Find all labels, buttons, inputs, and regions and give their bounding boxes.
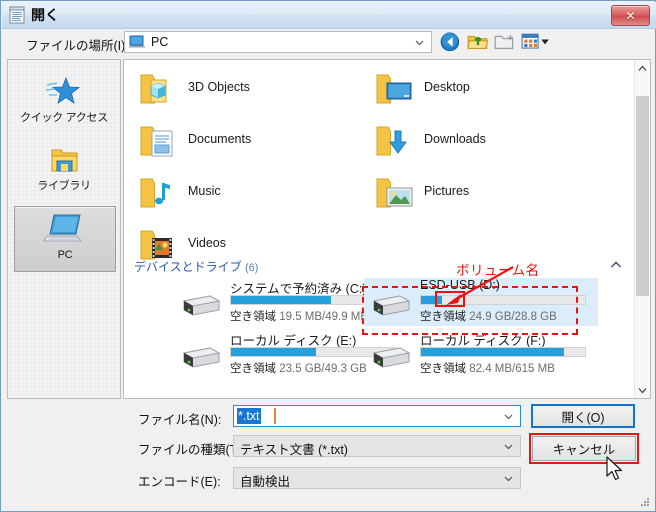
- filetype-label: ファイルの種類(T):: [138, 443, 245, 457]
- list-item[interactable]: Downloads: [366, 118, 596, 168]
- encoding-combobox[interactable]: 自動検出: [233, 467, 521, 489]
- monitor-icon: [129, 35, 145, 48]
- resize-grip[interactable]: [640, 497, 650, 507]
- new-folder-button[interactable]: [493, 31, 517, 53]
- scrollbar-thumb[interactable]: [636, 96, 649, 296]
- encoding-value: 自動検出: [240, 475, 291, 489]
- list-item-label: Desktop: [424, 80, 470, 94]
- list-item[interactable]: 3D Objects: [130, 66, 360, 116]
- downloads-folder-icon: [376, 126, 407, 156]
- annotation-label: ボリューム名: [456, 263, 540, 278]
- encoding-label: エンコード(E):: [138, 475, 221, 489]
- cancel-button[interactable]: キャンセル: [532, 436, 636, 461]
- list-item[interactable]: Music: [130, 170, 360, 220]
- new-folder-icon: [494, 34, 514, 50]
- filetype-combobox[interactable]: テキスト文書 (*.txt): [233, 435, 521, 457]
- sidebar-item-libraries[interactable]: ライブラリ: [14, 138, 114, 202]
- close-button[interactable]: ✕: [611, 5, 650, 26]
- filename-combobox[interactable]: *.txt: [233, 405, 521, 427]
- list-item[interactable]: Documents: [130, 118, 360, 168]
- views-button[interactable]: [520, 31, 552, 53]
- list-item-label: Documents: [188, 132, 252, 146]
- sidebar-item-quick-access[interactable]: クイック アクセス: [14, 70, 114, 134]
- drive-free-space: 空き領域 82.4 MB/615 MB: [420, 363, 555, 375]
- chevron-down-icon: [415, 40, 424, 46]
- sidebar-item-label: ライブラリ: [37, 180, 91, 192]
- chevron-down-icon: [638, 387, 647, 393]
- drive-usage-bar: [420, 347, 586, 357]
- drive-name: ESD-USB (D:): [420, 278, 500, 292]
- close-icon: ✕: [625, 8, 636, 23]
- up-folder-icon: [467, 35, 489, 49]
- list-item[interactable]: Desktop: [366, 66, 596, 116]
- location-value: PC: [151, 35, 169, 49]
- pictures-folder-icon: [376, 178, 413, 208]
- open-button[interactable]: 開く(O): [531, 404, 635, 428]
- filename-value[interactable]: *.txt: [237, 408, 261, 424]
- group-header[interactable]: デバイスとドライブ (6): [134, 258, 258, 275]
- list-item-label: Music: [188, 184, 221, 198]
- drive-free-space: 空き領域 23.5 GB/49.3 GB: [230, 363, 367, 375]
- location-label: ファイルの場所(I):: [26, 39, 129, 53]
- list-item-label: Downloads: [424, 132, 486, 146]
- open-file-dialog: 開く ✕ ファイルの場所(I): PC クイック アクセス ライブラリ PC 3…: [0, 0, 656, 512]
- sidebar-item-pc[interactable]: PC: [14, 206, 116, 272]
- notepad-icon: [9, 6, 25, 24]
- drive-item-d[interactable]: ESD-USB (D:) 空き領域 24.9 GB/28.8 GB: [364, 278, 598, 326]
- list-item-label: 3D Objects: [188, 80, 250, 94]
- drive-icon: [372, 347, 411, 368]
- drive-icon: [182, 295, 221, 316]
- file-list-pane[interactable]: 3D Objects Desktop Documents Downloads M…: [123, 59, 651, 399]
- chevron-down-icon[interactable]: [504, 474, 513, 483]
- back-arrow-icon: [440, 32, 460, 52]
- chevron-down-icon[interactable]: [504, 412, 513, 421]
- drive-free-space: 空き領域 24.9 GB/28.8 GB: [420, 311, 557, 323]
- 3d-objects-folder-icon: [140, 74, 167, 104]
- group-header-count: (6): [245, 262, 259, 274]
- filename-label: ファイル名(N):: [138, 413, 222, 427]
- title-bar: 開く ✕: [2, 2, 656, 29]
- up-one-level-button[interactable]: [466, 31, 490, 53]
- list-item-label: Pictures: [424, 184, 470, 198]
- list-item-label: Videos: [188, 236, 226, 250]
- drive-icon: [182, 347, 221, 368]
- music-folder-icon: [140, 178, 170, 208]
- drive-free-space: 空き領域 19.5 MB/49.9 MB: [230, 311, 369, 323]
- location-combobox[interactable]: PC: [124, 31, 432, 53]
- computer-icon: [15, 207, 115, 247]
- star-icon: [14, 70, 114, 110]
- chevron-up-icon[interactable]: [610, 260, 622, 270]
- views-icon: [521, 33, 549, 49]
- navigation-row: ファイルの場所(I): PC: [2, 28, 656, 57]
- vertical-scrollbar[interactable]: [634, 60, 650, 398]
- drive-usage-bar: [420, 295, 586, 305]
- filetype-value: テキスト文書 (*.txt): [240, 443, 348, 457]
- chevron-up-icon: [638, 65, 647, 71]
- places-sidebar: クイック アクセス ライブラリ PC: [7, 59, 121, 399]
- list-item[interactable]: Pictures: [366, 170, 596, 220]
- library-folder-icon: [14, 138, 114, 178]
- scroll-down-button[interactable]: [635, 382, 650, 398]
- scroll-up-button[interactable]: [635, 60, 650, 76]
- window-title: 開く: [31, 7, 59, 23]
- drive-item-f[interactable]: ローカル ディスク (F:) 空き領域 82.4 MB/615 MB: [364, 330, 592, 378]
- chevron-down-icon[interactable]: [504, 442, 513, 451]
- sidebar-item-label: PC: [57, 249, 73, 261]
- drive-icon: [372, 295, 411, 316]
- text-caret: [274, 408, 276, 424]
- back-button[interactable]: [439, 31, 463, 53]
- desktop-folder-icon: [376, 74, 412, 104]
- documents-folder-icon: [140, 126, 173, 157]
- group-header-title: デバイスとドライブ: [134, 260, 242, 274]
- sidebar-item-label: クイック アクセス: [20, 112, 108, 124]
